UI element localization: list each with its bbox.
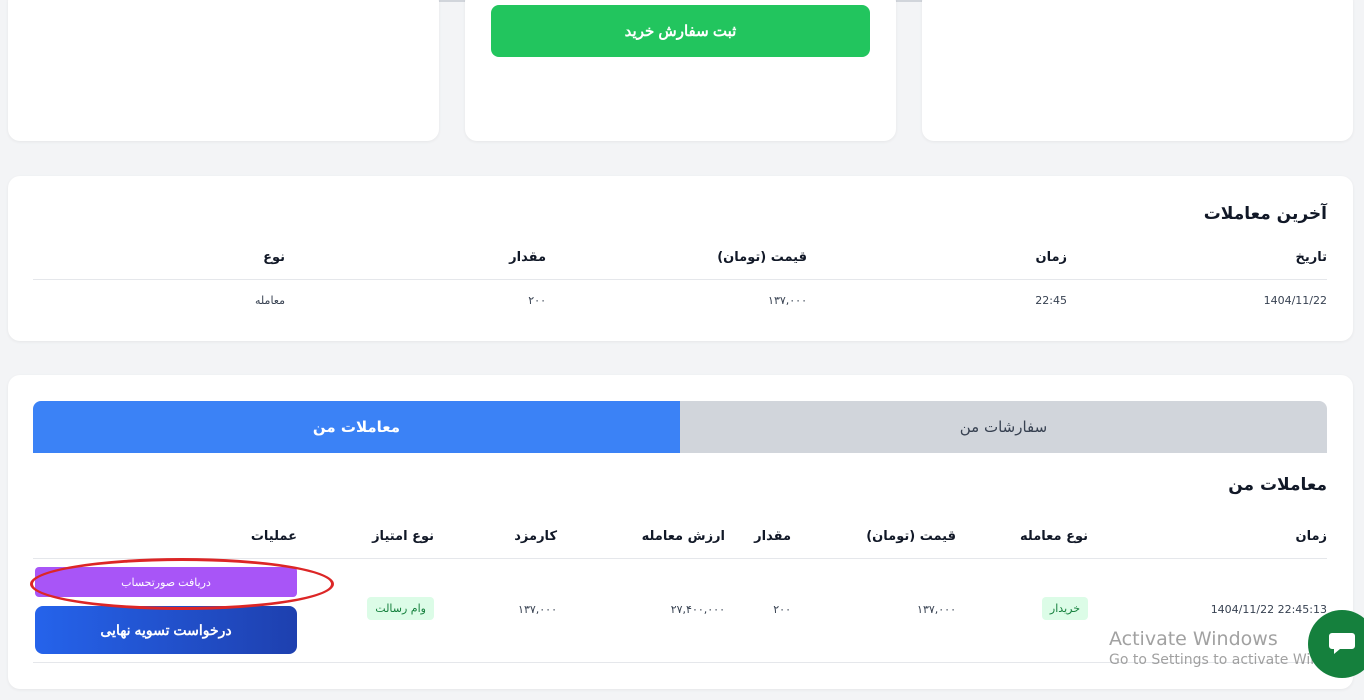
panel-left [8, 0, 439, 141]
recent-amount-cell: ۲۰۰ [528, 294, 546, 307]
recent-date-cell: 1404/11/22 [1263, 294, 1327, 307]
privilege-badge: وام رسالت [367, 597, 434, 620]
col-trade-type-header: نوع معامله [1020, 529, 1088, 544]
my-price-cell: ۱۳۷,۰۰۰ [917, 603, 956, 616]
recent-price-cell: ۱۳۷,۰۰۰ [768, 294, 807, 307]
request-settlement-button[interactable]: درخواست تسویه نهایی [35, 606, 297, 654]
recent-time-cell: 22:45 [1035, 294, 1067, 307]
col-price-header: قیمت (تومان) [717, 250, 807, 265]
tab-my-trades[interactable]: معاملات من [33, 401, 680, 453]
recent-type-cell: معامله [255, 294, 285, 307]
my-fee-cell: ۱۳۷,۰۰۰ [518, 603, 557, 616]
recent-header-divider [33, 279, 1327, 280]
recent-trades-card: آخرین معاملات تاریخ زمان قیمت (تومان) مق… [8, 176, 1353, 341]
col-time-header: زمان [1295, 529, 1327, 544]
tab-my-orders[interactable]: سفارشات من [680, 401, 1327, 453]
col-amount-header: مقدار [754, 529, 791, 544]
col-date-header: تاریخ [1295, 250, 1328, 265]
submit-buy-order-button[interactable]: ثبت سفارش خرید [491, 5, 870, 57]
col-type-header: نوع [263, 250, 285, 265]
col-privilege-header: نوع امتیاز [372, 529, 434, 544]
my-value-cell: ۲۷,۴۰۰,۰۰۰ [670, 603, 725, 616]
col-price-header: قیمت (تومان) [866, 529, 956, 544]
recent-trades-title: آخرین معاملات [1203, 204, 1327, 224]
highlight-annotation [30, 558, 334, 610]
col-operations-header: عملیات [250, 529, 297, 544]
my-amount-cell: ۲۰۰ [773, 603, 791, 616]
panel-right [922, 0, 1353, 141]
trade-type-badge: خریدار [1041, 597, 1088, 620]
col-time-header: زمان [1035, 250, 1067, 265]
col-amount-header: مقدار [509, 250, 546, 265]
trades-tabs: معاملات من سفارشات من [33, 401, 1327, 453]
col-fee-header: کارمزد [514, 529, 557, 544]
my-time-cell: 22:45:13 1404/11/22 [1210, 603, 1327, 616]
chat-bubble-icon [1327, 627, 1357, 661]
col-value-header: ارزش معامله [641, 529, 725, 544]
my-trades-title: معاملات من [1228, 475, 1327, 495]
